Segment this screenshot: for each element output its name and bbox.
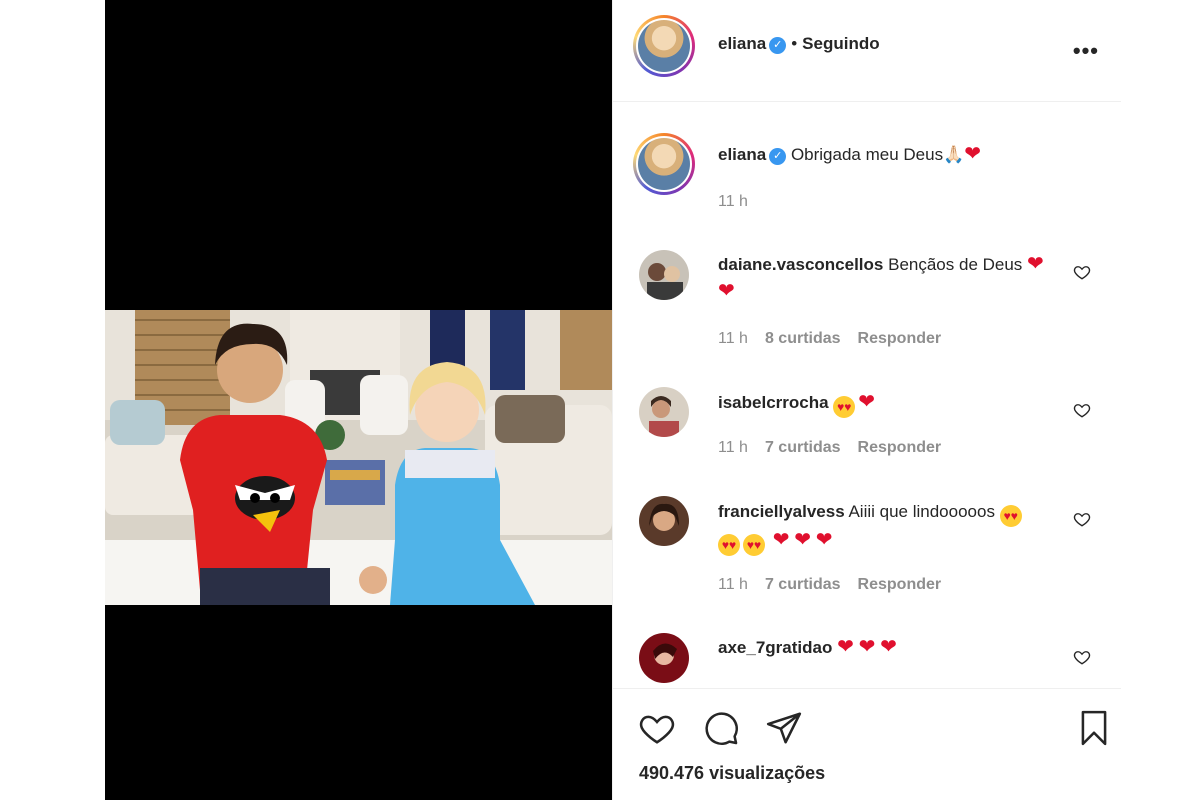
caption-body: Obrigada meu Deus🙏🏻 [790,145,965,164]
comment-username[interactable]: isabelcrrocha [718,393,829,412]
comment-likes[interactable]: 8 curtidas [765,330,841,347]
post-sidebar: eliana ✓ • Seguindo ••• eliana ✓ Obrigada me… [612,0,1121,800]
header-author-row: eliana ✓ • Seguindo [718,34,880,54]
like-comment-heart-icon[interactable] [1073,263,1091,281]
heart-emoji-icon: ❤ [880,636,897,658]
more-options-icon[interactable]: ••• [1073,38,1099,64]
commenter-avatar[interactable] [639,250,689,300]
comment-username[interactable]: axe_7gratidao [718,638,832,657]
like-comment-heart-icon[interactable] [1073,510,1091,528]
heart-emoji-icon: ❤ [837,636,854,658]
heart-icon[interactable] [638,709,676,747]
post-actions: 490.476 visualizações [613,688,1121,800]
heart-eyes-emoji-icon: ♥♥ [833,396,856,418]
follow-status-button[interactable]: Seguindo [802,34,879,53]
comment-time[interactable]: 11 h [718,576,748,593]
comment-username[interactable]: daiane.vasconcellos [718,255,883,274]
heart-emoji-icon: ❤ [858,391,876,413]
heart-eyes-emoji-icon: ♥♥ [999,505,1022,527]
caption-meta: 11 h [718,193,765,211]
commenter-avatar[interactable] [639,387,689,437]
comment-body: Bençãos de Deus [888,255,1023,274]
reply-button[interactable]: Responder [858,330,942,347]
heart-emoji-icon: ❤ [858,636,876,658]
view-count[interactable]: 490.476 visualizações [639,763,825,784]
caption-avatar[interactable] [633,133,695,195]
heart-emoji-icon: ❤ [794,529,811,551]
comment-text: axe_7gratidao ❤ ❤ ❤ [718,634,1048,661]
heart-eyes-emoji-icon: ♥♥ [743,534,765,556]
reply-button[interactable]: Responder [858,439,942,456]
video-player[interactable] [105,0,612,800]
video-frame-image [105,310,612,605]
heart-eyes-emoji-icon: ♥♥ [718,534,740,556]
comment-meta: 11 h 8 curtidas Responder [718,330,958,348]
heart-emoji-icon: ❤ [718,280,735,302]
comment-icon[interactable] [702,709,740,747]
comment-time[interactable]: 11 h [718,330,748,347]
post-header: eliana ✓ • Seguindo ••• [613,0,1121,102]
comment-meta: 11 h 7 curtidas Responder [718,439,958,457]
comment-body: Aiiii que lindooooos [848,502,995,521]
comment-likes[interactable]: 7 curtidas [765,576,841,593]
reply-button[interactable]: Responder [858,576,942,593]
comment-username[interactable]: franciellyalvess [718,502,845,521]
like-comment-heart-icon[interactable] [1073,401,1091,419]
author-username[interactable]: eliana [718,34,766,53]
instagram-post: eliana ✓ • Seguindo ••• eliana ✓ Obrigada me… [105,0,1121,800]
comments-list: eliana ✓ Obrigada meu Deus🙏🏻❤ 11 h daiane… [613,103,1121,688]
comment-text: franciellyalvess Aiiii que lindooooos ♥♥… [718,498,1048,556]
heart-emoji-icon: ❤ [815,529,833,551]
comment-time[interactable]: 11 h [718,439,748,456]
commenter-avatar[interactable] [639,496,689,546]
author-avatar[interactable] [633,15,695,77]
comment-meta: 11 h 7 curtidas Responder [718,576,958,594]
verified-badge-icon: ✓ [769,148,787,165]
comment-likes[interactable]: 7 curtidas [765,439,841,456]
video-frame [105,310,612,605]
heart-emoji-icon: ❤ [1027,253,1044,275]
comment-text: isabelcrrocha ♥♥ ❤ [718,389,1048,418]
like-comment-heart-icon[interactable] [1073,648,1091,666]
separator-dot: • [791,34,798,53]
caption-text: eliana ✓ Obrigada meu Deus🙏🏻❤ [718,141,1048,168]
bookmark-icon[interactable] [1075,709,1113,747]
caption-username[interactable]: eliana [718,145,766,164]
commenter-avatar[interactable] [639,633,689,683]
caption-time[interactable]: 11 h [718,193,748,210]
paper-plane-icon[interactable] [765,709,803,747]
heart-emoji-icon: ❤ [772,529,790,551]
heart-emoji-icon: ❤ [964,143,982,165]
verified-badge-icon: ✓ [769,37,787,54]
comment-text: daiane.vasconcellos Bençãos de Deus ❤ ❤ [718,251,1048,305]
